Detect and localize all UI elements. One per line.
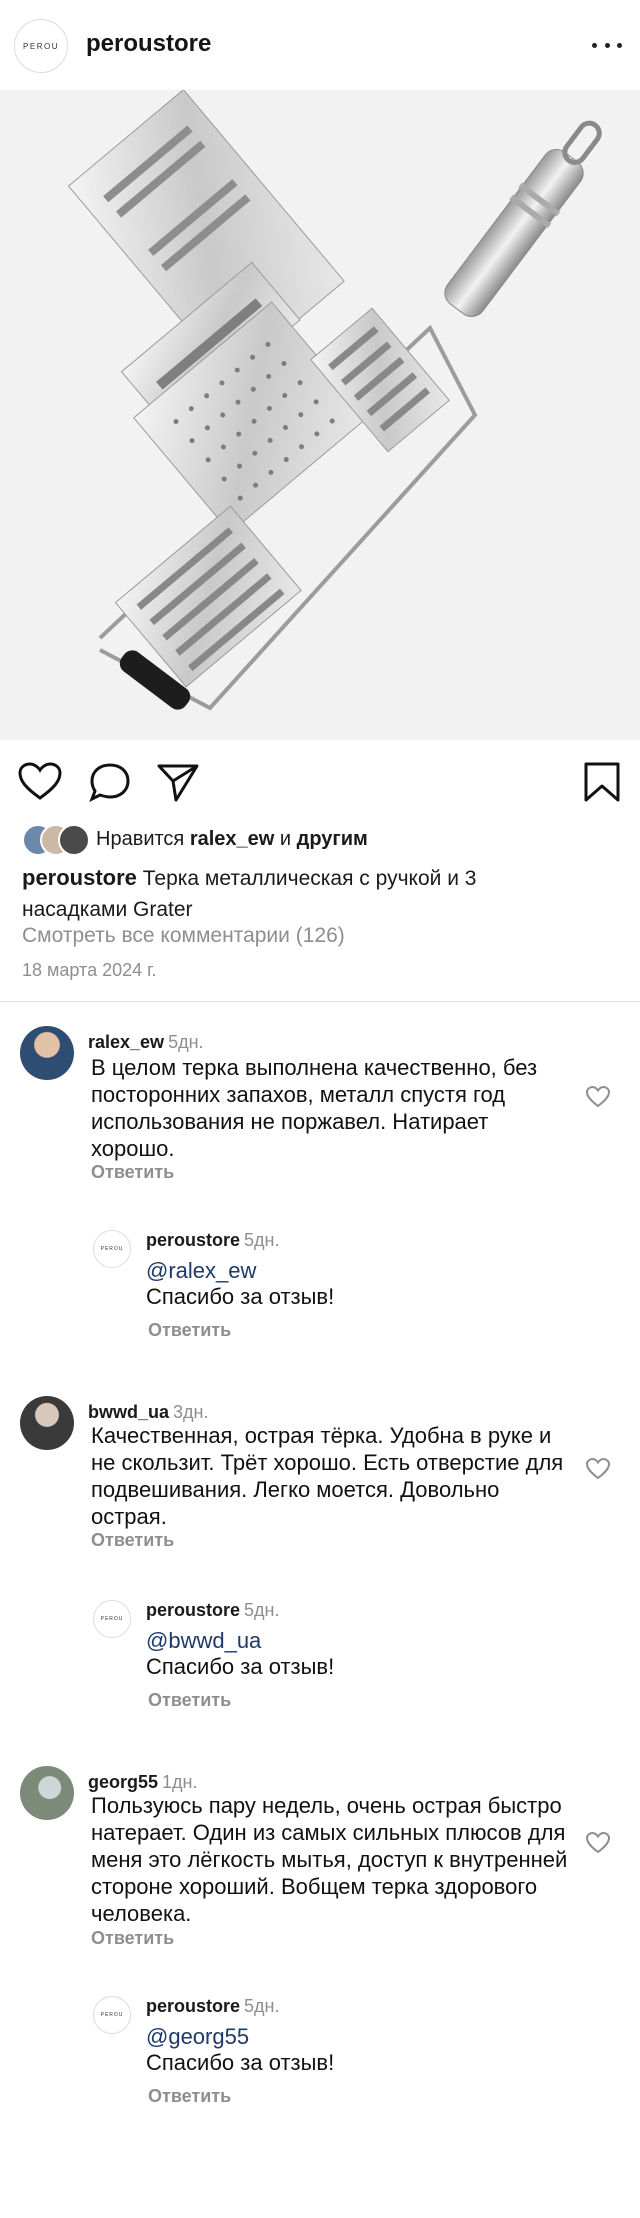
likes-text: Нравится ralex_ew и другим (96, 828, 368, 851)
reply-username[interactable]: peroustore (146, 1230, 240, 1250)
divider (0, 1001, 640, 1002)
likes-and: и (279, 827, 292, 850)
reply-age: 5дн. (244, 1996, 280, 2016)
post-caption: peroustore Терка металлическая с ручкой … (22, 862, 492, 925)
reply-username[interactable]: peroustore (146, 1600, 240, 1620)
comment-user[interactable]: georg55 1дн. (88, 1772, 198, 1793)
reply-user[interactable]: peroustore 5дн. (146, 1996, 280, 2017)
likes-user[interactable]: ralex_ew (190, 828, 275, 850)
paper-plane-icon[interactable] (156, 762, 200, 802)
view-all-comments-link[interactable]: Смотреть все комментарии (126) (22, 924, 345, 948)
avatar[interactable] (20, 1026, 74, 1080)
brand-logo-text: PEROU (100, 1616, 124, 1622)
reply-user[interactable]: peroustore 5дн. (146, 1600, 280, 1621)
brand-logo-text: PEROU (100, 1246, 124, 1252)
comment-age: 1дн. (162, 1772, 198, 1792)
brand-logo-text: PEROU (23, 41, 59, 51)
post-header: PEROU peroustore (0, 0, 640, 90)
reply-avatar[interactable]: PEROU (93, 1230, 131, 1268)
reply-button[interactable]: Ответить (91, 1162, 174, 1183)
reply-button[interactable]: Ответить (91, 1530, 174, 1551)
likes-row[interactable]: Нравится ralex_ew и другим (22, 822, 368, 856)
avatar[interactable] (20, 1766, 74, 1820)
avatar[interactable] (20, 1396, 74, 1450)
likes-prefix: Нравится (96, 827, 185, 850)
comment-text: Пользуюсь пару недель, очень острая быст… (91, 1793, 568, 1926)
heart-icon[interactable] (585, 1831, 611, 1854)
reply-mention[interactable]: @bwwd_ua (146, 1628, 261, 1654)
post-image[interactable] (0, 88, 640, 740)
avatar (58, 824, 90, 856)
comment-text: В целом терка выполнена качественно, без… (91, 1055, 538, 1161)
reply-user[interactable]: peroustore 5дн. (146, 1230, 280, 1251)
reply-avatar[interactable]: PEROU (93, 1600, 131, 1638)
heart-icon[interactable] (18, 762, 62, 802)
reply-age: 5дн. (244, 1230, 280, 1250)
reply-button[interactable]: Ответить (148, 1320, 231, 1341)
reply-mention[interactable]: @georg55 (146, 2024, 249, 2050)
liker-avatars (22, 824, 92, 856)
post-action-bar (0, 740, 640, 820)
heart-icon[interactable] (585, 1457, 611, 1480)
reply-age: 5дн. (244, 1600, 280, 1620)
reply-username[interactable]: peroustore (146, 1996, 240, 2016)
reply-button[interactable]: Ответить (148, 1690, 231, 1711)
account-avatar[interactable]: PEROU (14, 19, 68, 73)
brand-logo-text: PEROU (100, 2012, 124, 2018)
account-name[interactable]: peroustore (86, 30, 211, 58)
comment-username[interactable]: ralex_ew (88, 1032, 164, 1052)
comment-username[interactable]: bwwd_ua (88, 1402, 169, 1422)
reply-avatar[interactable]: PEROU (93, 1996, 131, 2034)
more-options-icon[interactable] (592, 35, 622, 55)
comment-username[interactable]: georg55 (88, 1772, 158, 1792)
reply-text: Спасибо за отзыв! (146, 1284, 335, 1309)
comment-icon[interactable] (88, 762, 132, 803)
likes-others[interactable]: другим (297, 828, 368, 850)
reply-mention[interactable]: @ralex_ew (146, 1258, 256, 1284)
caption-user[interactable]: peroustore (22, 865, 137, 890)
comment-text: Качественная, острая тёрка. Удобна в рук… (91, 1423, 564, 1529)
heart-icon[interactable] (585, 1085, 611, 1108)
reply-text: Спасибо за отзыв! (146, 1654, 335, 1679)
reply-button[interactable]: Ответить (91, 1928, 174, 1949)
reply-button[interactable]: Ответить (148, 2086, 231, 2107)
reply-text: Спасибо за отзыв! (146, 2050, 335, 2075)
comment-user[interactable]: ralex_ew 5дн. (88, 1032, 204, 1053)
bookmark-icon[interactable] (580, 762, 624, 802)
comment-age: 5дн. (168, 1032, 204, 1052)
comment-user[interactable]: bwwd_ua 3дн. (88, 1402, 208, 1423)
post-date: 18 марта 2024 г. (22, 960, 157, 980)
comment-age: 3дн. (173, 1402, 209, 1422)
grater-product-image (67, 88, 602, 711)
